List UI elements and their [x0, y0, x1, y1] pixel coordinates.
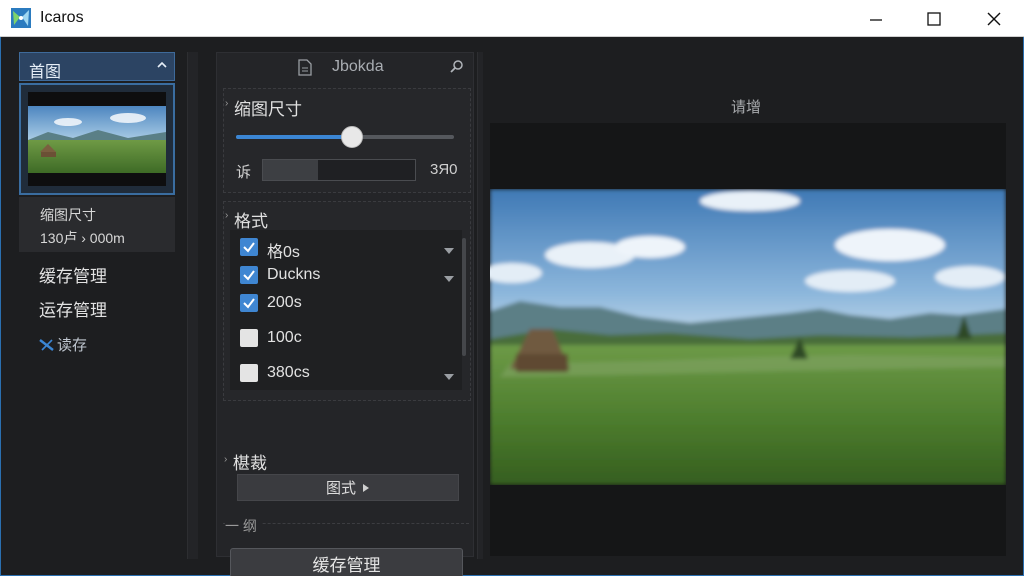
size-label: 诉 [236, 164, 252, 181]
crop-title: 椹裁 [233, 454, 267, 473]
checkmark-icon [243, 242, 255, 253]
dropdown-arrow-icon[interactable] [443, 368, 455, 386]
thumbnail-size-section: › 缩图尺寸 诉 3Я0 [223, 88, 471, 193]
format-checkbox[interactable] [240, 294, 258, 312]
window-body: 首图 缩图尺寸 130卢 › 000m 缓存管理 运存管理 读存 Jbokda … [0, 37, 1024, 576]
chevron-up-icon[interactable] [156, 59, 168, 71]
format-checkbox[interactable] [240, 266, 258, 284]
format-checkbox[interactable] [240, 364, 258, 382]
chevron-right-icon [363, 483, 369, 492]
thumbnail-preview[interactable] [19, 83, 175, 195]
format-item[interactable]: Duckns [240, 264, 455, 288]
thumbnail-info-size: 130卢 › 000m [40, 230, 125, 246]
slider-fill [236, 135, 352, 139]
dropdown-arrow-icon[interactable] [443, 270, 455, 288]
sidebar-item-memory[interactable]: 运存管理 [39, 296, 107, 321]
format-item[interactable]: 100c [240, 327, 455, 351]
preview-title: 请增 [731, 99, 762, 116]
sidebar-header[interactable]: 首图 [19, 52, 175, 81]
close-button[interactable] [968, 0, 1020, 37]
checkmark-icon [243, 270, 255, 281]
collapse-caret-icon[interactable]: › [225, 210, 228, 221]
format-label: 380cs [267, 364, 310, 381]
format-section: › 格式 格0s Duckns 200s 100c 380cs [223, 201, 471, 401]
format-checkbox[interactable] [240, 329, 258, 347]
search-bar[interactable]: Jbokda [292, 55, 472, 81]
format-list: 格0s Duckns 200s 100c 380cs [230, 230, 462, 390]
search-icon[interactable] [450, 59, 464, 73]
size-progress [262, 159, 416, 181]
format-label: 100c [267, 329, 302, 346]
format-label: 格0s [267, 244, 300, 261]
format-label: Duckns [267, 266, 321, 283]
document-icon [298, 59, 312, 76]
tools-icon [39, 339, 54, 351]
maximize-button[interactable] [908, 0, 960, 37]
thumbnail-info: 缩图尺寸 130卢 › 000m [19, 197, 175, 252]
thumbnail-image [28, 92, 166, 186]
format-label: 200s [267, 294, 302, 311]
format-scrollbar[interactable] [462, 238, 466, 356]
crop-style-button[interactable]: 图式 [237, 474, 459, 501]
sidebar-item-read-label: 读存 [57, 337, 88, 354]
preview-image [490, 189, 1006, 485]
dropdown-arrow-icon[interactable] [443, 242, 455, 260]
crop-style-label: 图式 [325, 480, 356, 497]
divider-label: 一 纲 [225, 516, 261, 536]
icaros-app-icon [11, 8, 31, 28]
collapse-caret-icon[interactable]: › [224, 454, 227, 465]
format-item[interactable]: 格0s [240, 236, 455, 261]
sidebar-header-label: 首图 [29, 64, 62, 81]
sidebar: 首图 缩图尺寸 130卢 › 000m [19, 52, 175, 292]
minimize-button[interactable] [850, 0, 902, 37]
format-title: 格式 [234, 212, 268, 231]
window-title: Icaros [40, 9, 84, 26]
search-input[interactable]: Jbokda [332, 58, 384, 76]
size-progress-fill [263, 160, 318, 180]
maximize-icon [927, 11, 941, 26]
settings-panel: Jbokda › 缩图尺寸 诉 3Я0 › 格式 格0s Duckns 200s 10… [216, 52, 474, 576]
title-bar: Icaros [0, 0, 1024, 37]
cache-manage-button[interactable]: 缓存管理 [230, 548, 463, 576]
format-checkbox[interactable] [240, 238, 258, 256]
sidebar-item-read[interactable]: 读存 [39, 334, 87, 355]
thumbnail-info-title: 缩图尺寸 [40, 207, 96, 223]
sidebar-splitter[interactable] [187, 52, 198, 559]
size-value: 3Я0 [430, 161, 458, 178]
preview-panel [490, 123, 1006, 556]
checkmark-icon [243, 298, 255, 309]
sidebar-item-cache[interactable]: 缓存管理 [39, 262, 107, 287]
slider-thumb[interactable] [340, 126, 363, 148]
thumbnail-size-title: 缩图尺寸 [234, 100, 302, 119]
close-icon [987, 12, 1001, 25]
collapse-caret-icon[interactable]: › [225, 98, 228, 109]
thumbnail-size-slider[interactable] [236, 126, 454, 148]
format-item[interactable]: 380cs [240, 362, 455, 386]
panel-splitter[interactable] [477, 52, 483, 559]
format-item[interactable]: 200s [240, 292, 455, 316]
minimize-icon [870, 18, 882, 21]
